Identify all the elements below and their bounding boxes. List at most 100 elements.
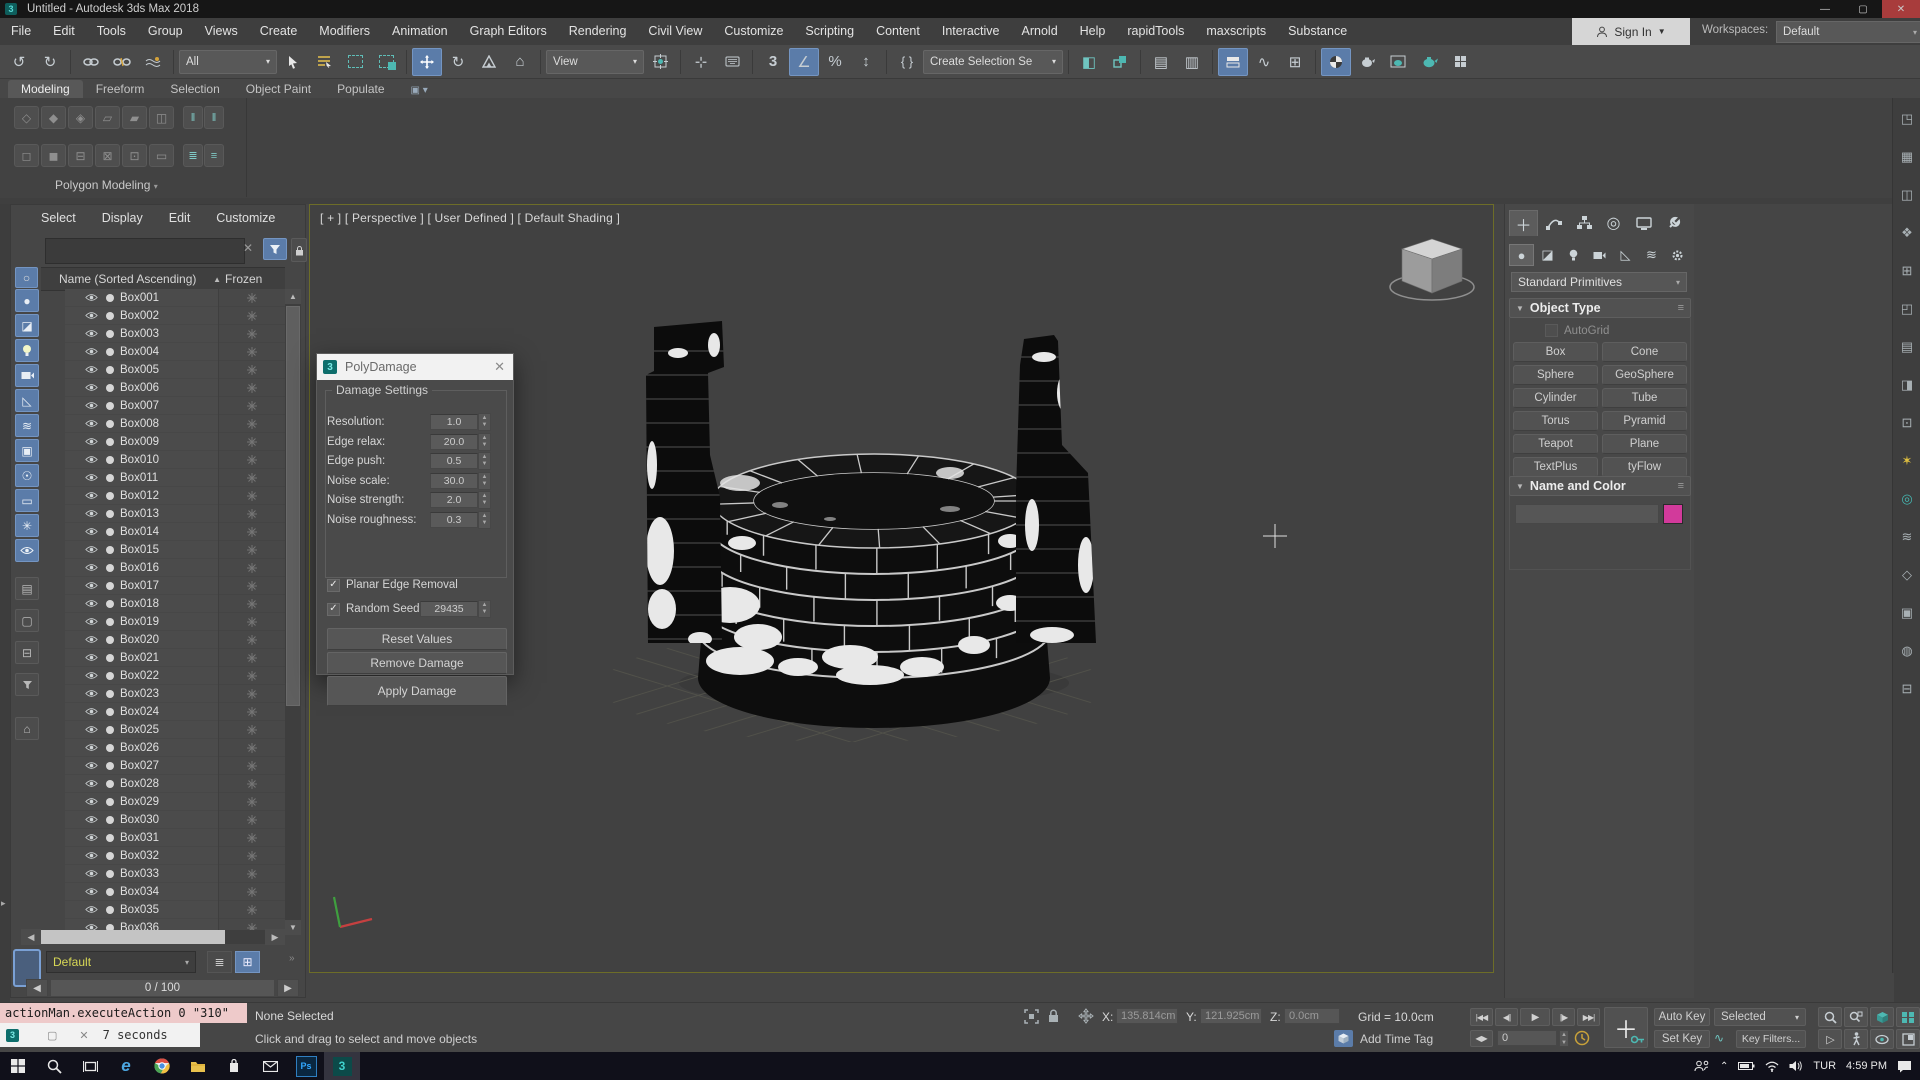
- rectangular-selection-region-button[interactable]: [340, 48, 370, 76]
- frozen-icon[interactable]: [247, 689, 257, 699]
- field-value[interactable]: 0.3: [430, 512, 478, 528]
- frozen-icon[interactable]: [247, 599, 257, 609]
- visibility-eye-icon[interactable]: [85, 329, 98, 338]
- visibility-eye-icon[interactable]: [85, 473, 98, 482]
- menu-item[interactable]: Modifiers: [308, 18, 381, 45]
- filter-frozen-icon[interactable]: ✳: [15, 514, 39, 537]
- menu-item[interactable]: Tools: [86, 18, 137, 45]
- visibility-eye-icon[interactable]: [85, 689, 98, 698]
- visibility-eye-icon[interactable]: [85, 743, 98, 752]
- curve-editor-button[interactable]: ∿: [1249, 48, 1279, 76]
- horizontal-scrollbar[interactable]: ◀ ▶: [21, 929, 285, 945]
- tab-create[interactable]: ＋: [1509, 210, 1538, 236]
- frozen-icon[interactable]: [247, 347, 257, 357]
- right-toolbar-button-15[interactable]: ◍: [1896, 640, 1918, 662]
- ribbon-config-icon[interactable]: ▣ ▾: [398, 83, 441, 98]
- filter-materials-icon[interactable]: ▣: [15, 439, 39, 462]
- z-coordinate-field[interactable]: 0.0cm: [1284, 1008, 1340, 1024]
- category-lights[interactable]: [1561, 244, 1586, 266]
- spinner-arrows[interactable]: ▲▼: [478, 472, 491, 490]
- right-toolbar-button-6[interactable]: ◰: [1896, 298, 1918, 320]
- ribbon-icon-12[interactable]: ▭: [149, 144, 174, 167]
- menu-item[interactable]: Edit: [42, 18, 86, 45]
- visibility-eye-icon[interactable]: [85, 401, 98, 410]
- frozen-icon[interactable]: [247, 509, 257, 519]
- right-toolbar-button-2[interactable]: ▦: [1896, 146, 1918, 168]
- object-type-button[interactable]: Teapot: [1513, 434, 1598, 454]
- filter-lights-icon[interactable]: [15, 339, 39, 362]
- render-production-button[interactable]: [1414, 48, 1444, 76]
- ribbon-icon-9[interactable]: ⊟: [68, 144, 93, 167]
- render-flyout-button[interactable]: [1445, 48, 1475, 76]
- menu-item[interactable]: Help: [1069, 18, 1117, 45]
- object-name[interactable]: Box009: [120, 436, 159, 448]
- frozen-icon[interactable]: [247, 419, 257, 429]
- table-row[interactable]: Box034: [65, 883, 285, 901]
- sign-in-button[interactable]: Sign In ▼: [1572, 18, 1690, 45]
- ribbon-icon-6[interactable]: ◫: [149, 106, 174, 129]
- go-to-start-button[interactable]: |◀◀: [1470, 1008, 1493, 1026]
- object-name[interactable]: Box004: [120, 346, 159, 358]
- search-input[interactable]: [45, 238, 245, 264]
- ribbon-icon-7[interactable]: ◻: [14, 144, 39, 167]
- orbit-button[interactable]: [1870, 1029, 1894, 1049]
- frozen-icon[interactable]: [247, 905, 257, 915]
- ribbon-icon-14[interactable]: ‖: [204, 106, 224, 129]
- tab-motion[interactable]: ◎: [1599, 210, 1628, 236]
- filter-spacewarps-icon[interactable]: ≋: [15, 414, 39, 437]
- zoom-extents-all-button[interactable]: [1896, 1007, 1920, 1027]
- frozen-icon[interactable]: [247, 851, 257, 861]
- visibility-eye-icon[interactable]: [85, 455, 98, 464]
- table-row[interactable]: Box014: [65, 523, 285, 541]
- angle-snap-toggle[interactable]: ∠: [789, 48, 819, 76]
- microsoft-store-icon[interactable]: [216, 1052, 252, 1080]
- chrome-icon[interactable]: [144, 1052, 180, 1080]
- snap-toggle-3d[interactable]: 3: [758, 48, 788, 76]
- time-tag-cube-icon[interactable]: [1334, 1030, 1353, 1047]
- object-name[interactable]: Box018: [120, 598, 159, 610]
- object-name[interactable]: Box003: [120, 328, 159, 340]
- viewcube[interactable]: [1390, 239, 1474, 300]
- pan-walk-button[interactable]: [1844, 1029, 1868, 1049]
- object-name[interactable]: Box007: [120, 400, 159, 412]
- frozen-icon[interactable]: [247, 383, 257, 393]
- table-row[interactable]: Box021: [65, 649, 285, 667]
- frozen-icon[interactable]: [247, 869, 257, 879]
- filter-geometry-icon[interactable]: ●: [15, 289, 39, 312]
- redo-button[interactable]: ↻: [35, 48, 65, 76]
- select-and-move-button[interactable]: [412, 48, 442, 76]
- table-row[interactable]: Box010: [65, 451, 285, 469]
- display-all-toggle[interactable]: ○: [15, 267, 38, 288]
- frozen-icon[interactable]: [247, 581, 257, 591]
- object-name[interactable]: Box025: [120, 724, 159, 736]
- visibility-eye-icon[interactable]: [85, 419, 98, 428]
- spinner-arrows[interactable]: ▲▼: [478, 511, 491, 529]
- right-toolbar-button-5[interactable]: ⊞: [1896, 260, 1918, 282]
- active-layer-dropdown[interactable]: Default ▾: [46, 951, 196, 973]
- schematic-view-button[interactable]: ⊞: [1280, 48, 1310, 76]
- object-type-button[interactable]: Pyramid: [1602, 411, 1687, 431]
- play-button[interactable]: ▶: [1520, 1008, 1550, 1026]
- filter-bones-icon[interactable]: ☉: [15, 464, 39, 487]
- field-of-view-button[interactable]: ▷: [1818, 1029, 1842, 1049]
- percent-snap-toggle[interactable]: %: [820, 48, 850, 76]
- object-type-button[interactable]: Torus: [1513, 411, 1598, 431]
- object-type-button[interactable]: Sphere: [1513, 365, 1598, 385]
- 3dsmax-taskbar-icon[interactable]: 3: [324, 1052, 360, 1080]
- visibility-eye-icon[interactable]: [85, 815, 98, 824]
- select-object-button[interactable]: [278, 48, 308, 76]
- frozen-icon[interactable]: [247, 545, 257, 555]
- object-name[interactable]: Box008: [120, 418, 159, 430]
- next-frame-button[interactable]: ||▶: [1552, 1008, 1575, 1026]
- frozen-icon[interactable]: [247, 707, 257, 717]
- named-selection-set-dropdown[interactable]: Create Selection Se▾: [923, 50, 1063, 74]
- menu-item[interactable]: Graph Editors: [459, 18, 558, 45]
- spinner-arrows[interactable]: ▲▼: [478, 491, 491, 509]
- spinner-arrows[interactable]: ▲▼: [478, 433, 491, 451]
- frozen-icon[interactable]: [247, 815, 257, 825]
- keyable-icon[interactable]: ∿: [1714, 1031, 1724, 1045]
- clear-search-icon[interactable]: ✕: [243, 241, 253, 255]
- set-keys-button[interactable]: ＋: [1604, 1007, 1648, 1048]
- object-name[interactable]: Box020: [120, 634, 159, 646]
- frozen-icon[interactable]: [247, 761, 257, 771]
